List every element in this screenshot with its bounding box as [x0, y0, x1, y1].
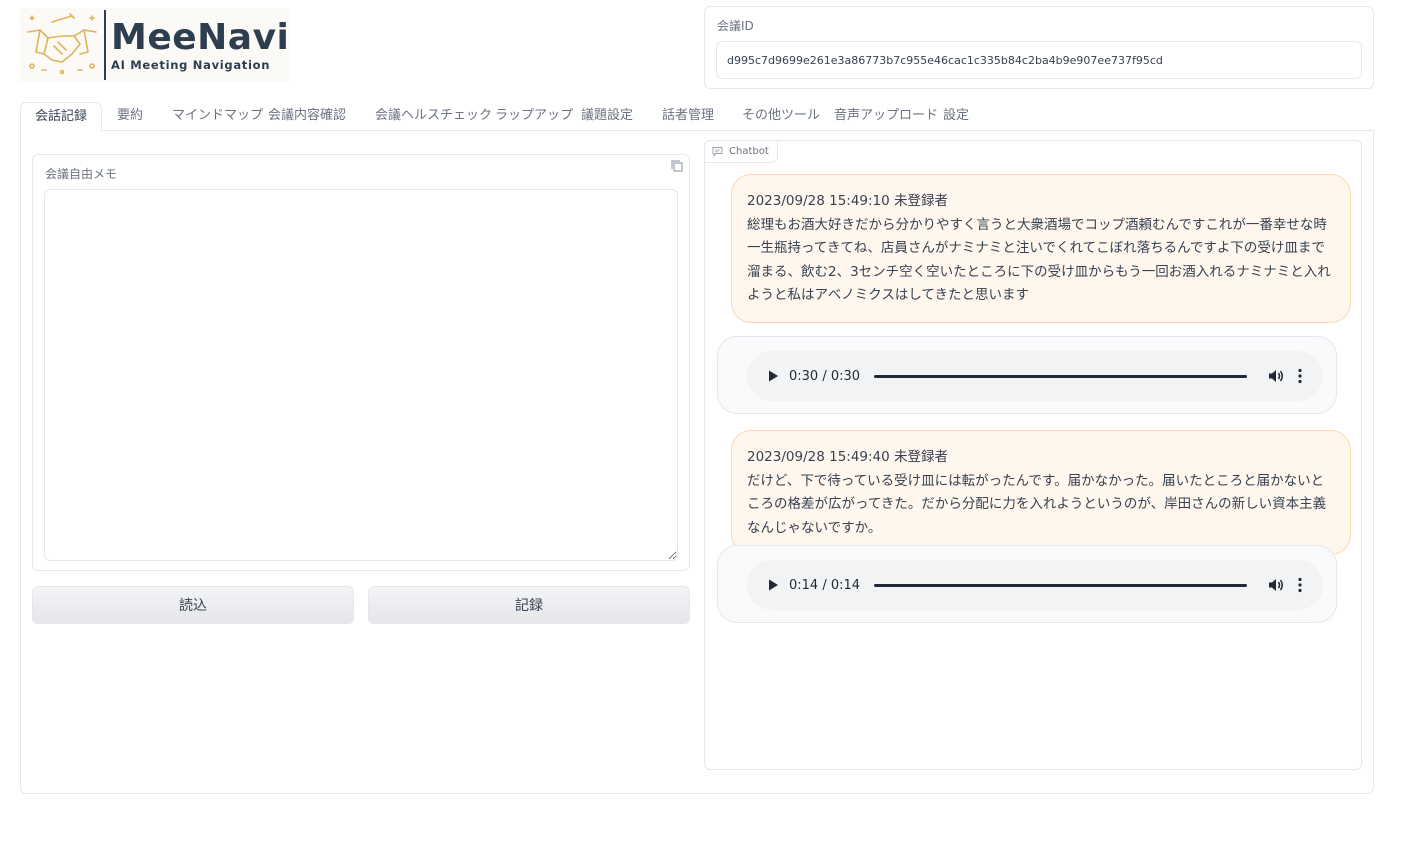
meeting-id-label: 会議ID [717, 19, 754, 33]
chat-message-header: 2023/09/28 15:49:40 未登録者 [747, 449, 949, 465]
record-button[interactable]: 記録 [368, 586, 690, 624]
meeting-memo-label: 会議自由メモ [45, 167, 118, 181]
chat-message-text: 総理もお酒大好きだから分かりやすく言うと大衆酒場でコップ酒頼むんですこれが一番幸… [747, 216, 1331, 304]
chatbot-label-text: Chatbot [729, 146, 769, 157]
volume-icon[interactable] [1267, 367, 1285, 385]
tab-agenda-settings[interactable]: 議題設定 [581, 102, 633, 130]
logo-brand-text: MeeNavi [111, 17, 290, 58]
more-vertical-icon[interactable] [1293, 367, 1307, 385]
volume-icon[interactable] [1267, 576, 1285, 594]
chat-message-header: 2023/09/28 15:49:10 未登録者 [747, 193, 949, 209]
tab-meeting-health-check[interactable]: 会議ヘルスチェック [375, 102, 492, 130]
chat-message: 2023/09/28 15:49:40 未登録者 だけど、下で待っている受け皿に… [731, 430, 1351, 555]
load-button[interactable]: 読込 [32, 586, 354, 624]
tab-settings[interactable]: 設定 [943, 102, 969, 130]
chatbot-panel: Chatbot 2023/09/28 15:49:10 未登録者 総理もお酒大好… [704, 140, 1362, 770]
meeting-id-input[interactable] [716, 41, 1362, 79]
meeting-memo-textarea[interactable] [44, 189, 678, 561]
audio-player: 0:30 / 0:30 [747, 351, 1323, 401]
tab-bar: 会話記録 要約 マインドマップ 会議内容確認 会議ヘルスチェック ラップアップ … [20, 102, 1374, 131]
play-icon[interactable] [766, 578, 780, 592]
tab-summary[interactable]: 要約 [117, 102, 143, 130]
meeting-memo-panel: 会議自由メモ [32, 154, 690, 571]
tab-conversation-log[interactable]: 会話記録 [20, 102, 103, 131]
tab-wrap-up[interactable]: ラップアップ [495, 102, 573, 130]
chat-icon [712, 147, 723, 157]
tab-audio-upload[interactable]: 音声アップロード [834, 102, 938, 130]
app-logo: MeeNavi AI Meeting Navigation [20, 8, 290, 82]
chat-audio-message: 0:14 / 0:14 [717, 545, 1337, 623]
handshake-logo-icon [27, 13, 97, 75]
tab-speaker-management[interactable]: 話者管理 [662, 102, 714, 130]
chat-message: 2023/09/28 15:49:10 未登録者 総理もお酒大好きだから分かりや… [731, 174, 1351, 323]
chatbot-label: Chatbot [704, 140, 778, 163]
tab-other-tools[interactable]: その他ツール [742, 102, 820, 130]
more-vertical-icon[interactable] [1293, 576, 1307, 594]
meeting-id-panel: 会議ID [704, 6, 1374, 89]
chat-message-text: だけど、下で待っている受け皿には転がったんです。届かなかった。届いたところと届か… [747, 472, 1327, 536]
chat-audio-message: 0:30 / 0:30 [717, 336, 1337, 414]
logo-tagline: AI Meeting Navigation [111, 58, 271, 72]
audio-time: 0:30 / 0:30 [789, 368, 861, 384]
audio-player: 0:14 / 0:14 [747, 560, 1323, 610]
audio-progress-track[interactable] [874, 583, 1247, 587]
play-icon[interactable] [766, 369, 780, 383]
tab-mind-map[interactable]: マインドマップ [172, 102, 263, 130]
logo-divider [104, 10, 106, 80]
tab-meeting-review[interactable]: 会議内容確認 [268, 102, 346, 130]
copy-icon[interactable] [670, 159, 684, 173]
audio-progress-track[interactable] [874, 374, 1247, 378]
audio-time: 0:14 / 0:14 [789, 577, 861, 593]
